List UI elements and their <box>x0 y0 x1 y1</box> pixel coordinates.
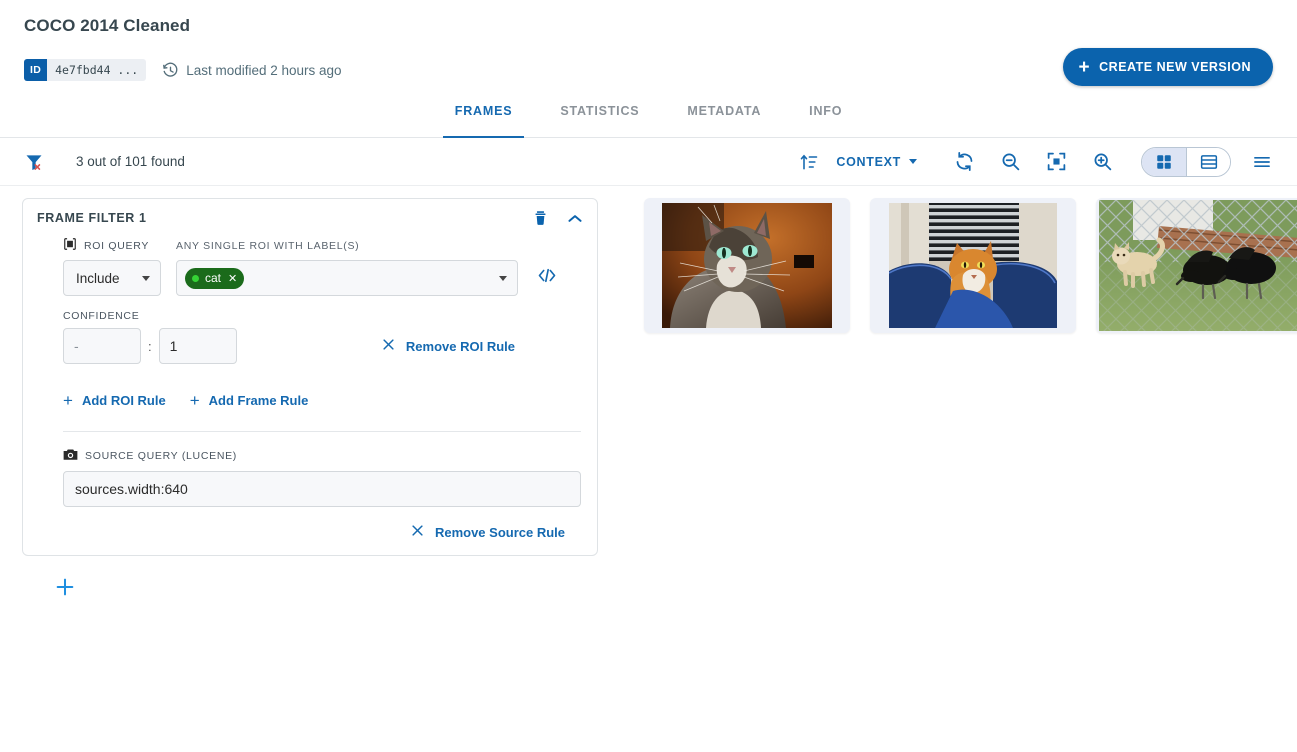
page-header: COCO 2014 Cleaned ID 4e7fbd44 ... Last m… <box>0 0 1297 84</box>
add-roi-rule-button[interactable]: + Add ROI Rule <box>63 392 166 409</box>
filter-card-body: ROI QUERY ANY SINGLE ROI WITH LABEL(S) I… <box>23 237 597 541</box>
remove-roi-rule-label: Remove ROI Rule <box>406 339 515 354</box>
tab-statistics[interactable]: STATISTICS <box>536 102 663 137</box>
chip-remove-icon[interactable]: ✕ <box>228 272 237 285</box>
source-query-label-group: SOURCE QUERY (LUCENE) <box>63 448 581 464</box>
include-value: Include <box>76 271 120 286</box>
results-toolbar: 3 out of 101 found CONTEXT <box>0 138 1297 186</box>
fit-to-screen-icon[interactable] <box>1039 145 1073 179</box>
frame-thumbnail[interactable] <box>644 198 850 333</box>
thumbnail-image-cat-couch <box>889 203 1057 328</box>
confidence-min-input[interactable] <box>63 328 141 364</box>
code-view-icon[interactable] <box>537 267 557 289</box>
thumbnail-image-cat-tabby <box>662 203 832 328</box>
roi-labels-label: ANY SINGLE ROI WITH LABEL(S) <box>176 240 359 252</box>
plus-icon: + <box>190 392 200 409</box>
dataset-id-badge[interactable]: ID 4e7fbd44 ... <box>24 59 146 81</box>
chevron-down-icon <box>142 276 150 281</box>
history-icon <box>162 62 179 79</box>
source-query-label: SOURCE QUERY (LUCENE) <box>85 450 237 462</box>
toolbar-actions: CONTEXT <box>792 145 1279 179</box>
filter-panel-column: FRAME FILTER 1 <box>22 198 622 600</box>
grid-view-icon[interactable] <box>1142 148 1186 176</box>
zoom-in-icon[interactable] <box>1085 145 1119 179</box>
remove-source-row: Remove Source Rule <box>63 523 581 541</box>
create-new-version-label: CREATE NEW VERSION <box>1099 60 1251 74</box>
roi-query-label-group: ROI QUERY <box>63 237 176 254</box>
create-new-version-button[interactable]: + CREATE NEW VERSION <box>1063 48 1273 86</box>
chip-color-dot <box>192 275 199 282</box>
list-view-icon[interactable] <box>1186 148 1230 176</box>
remove-source-rule-label: Remove Source Rule <box>435 525 565 540</box>
page-title: COCO 2014 Cleaned <box>24 12 1273 40</box>
tab-frames[interactable]: FRAMES <box>431 102 537 137</box>
add-frame-rule-label: Add Frame Rule <box>209 393 309 408</box>
chevron-down-icon <box>499 276 507 281</box>
roi-rule-row: Include cat ✕ <box>63 260 581 296</box>
frame-thumbnail[interactable] <box>1096 198 1297 333</box>
main-content: FRAME FILTER 1 <box>0 186 1297 600</box>
confidence-label: CONFIDENCE <box>63 310 581 322</box>
view-mode-toggle <box>1141 147 1231 177</box>
context-label: CONTEXT <box>836 155 901 169</box>
main-tabs: FRAMES STATISTICS METADATA INFO <box>0 102 1297 138</box>
camera-icon <box>63 448 78 464</box>
plus-icon: + <box>63 392 73 409</box>
add-roi-rule-label: Add ROI Rule <box>82 393 166 408</box>
zoom-out-icon[interactable] <box>993 145 1027 179</box>
roi-query-labels: ROI QUERY ANY SINGLE ROI WITH LABEL(S) <box>63 237 581 254</box>
close-icon <box>410 523 425 541</box>
results-count: 3 out of 101 found <box>76 154 185 169</box>
frame-thumbnail[interactable] <box>870 198 1076 333</box>
add-rules-row: + Add ROI Rule + Add Frame Rule <box>63 392 581 409</box>
refresh-icon[interactable] <box>947 145 981 179</box>
include-exclude-select[interactable]: Include <box>63 260 161 296</box>
filter-clear-icon[interactable] <box>24 152 52 172</box>
close-icon <box>381 337 396 355</box>
label-chip-cat[interactable]: cat ✕ <box>185 268 244 289</box>
add-frame-rule-button[interactable]: + Add Frame Rule <box>190 392 309 409</box>
frame-results-grid <box>622 198 1297 600</box>
plus-icon: + <box>1079 58 1091 77</box>
header-meta-row: ID 4e7fbd44 ... Last modified 2 hours ag… <box>24 56 1273 84</box>
hamburger-menu-icon[interactable] <box>1245 145 1279 179</box>
last-modified-text: Last modified 2 hours ago <box>186 63 341 78</box>
thumbnail-image-cat-and-birds <box>1099 200 1297 331</box>
confidence-separator: : <box>148 339 152 354</box>
chip-label: cat <box>205 271 221 285</box>
roi-labels-select[interactable]: cat ✕ <box>176 260 518 296</box>
context-dropdown[interactable]: CONTEXT <box>826 155 923 169</box>
confidence-max-input[interactable] <box>159 328 237 364</box>
filter-card-header: FRAME FILTER 1 <box>23 199 597 237</box>
filter-card-title: FRAME FILTER 1 <box>37 211 147 225</box>
remove-source-rule-button[interactable]: Remove Source Rule <box>410 523 565 541</box>
sort-icon[interactable] <box>792 145 826 179</box>
tab-metadata[interactable]: METADATA <box>663 102 785 137</box>
confidence-section: CONFIDENCE : Remove ROI Rule <box>63 310 581 364</box>
frame-filter-card: FRAME FILTER 1 <box>22 198 598 556</box>
last-modified: Last modified 2 hours ago <box>162 62 341 79</box>
confidence-row: : Remove ROI Rule <box>63 328 581 364</box>
roi-query-label: ROI QUERY <box>84 240 149 252</box>
delete-filter-icon[interactable] <box>532 209 549 227</box>
section-divider <box>63 431 581 432</box>
source-query-input[interactable] <box>63 471 581 507</box>
roi-query-icon <box>63 237 77 254</box>
filter-card-actions <box>532 209 583 227</box>
remove-roi-rule-button[interactable]: Remove ROI Rule <box>381 337 515 355</box>
add-frame-filter-button[interactable] <box>52 574 78 600</box>
id-badge-value: 4e7fbd44 ... <box>47 59 146 81</box>
collapse-filter-icon[interactable] <box>567 213 583 224</box>
tab-info[interactable]: INFO <box>785 102 866 137</box>
id-badge-key: ID <box>24 59 47 81</box>
chevron-down-icon <box>909 159 917 164</box>
